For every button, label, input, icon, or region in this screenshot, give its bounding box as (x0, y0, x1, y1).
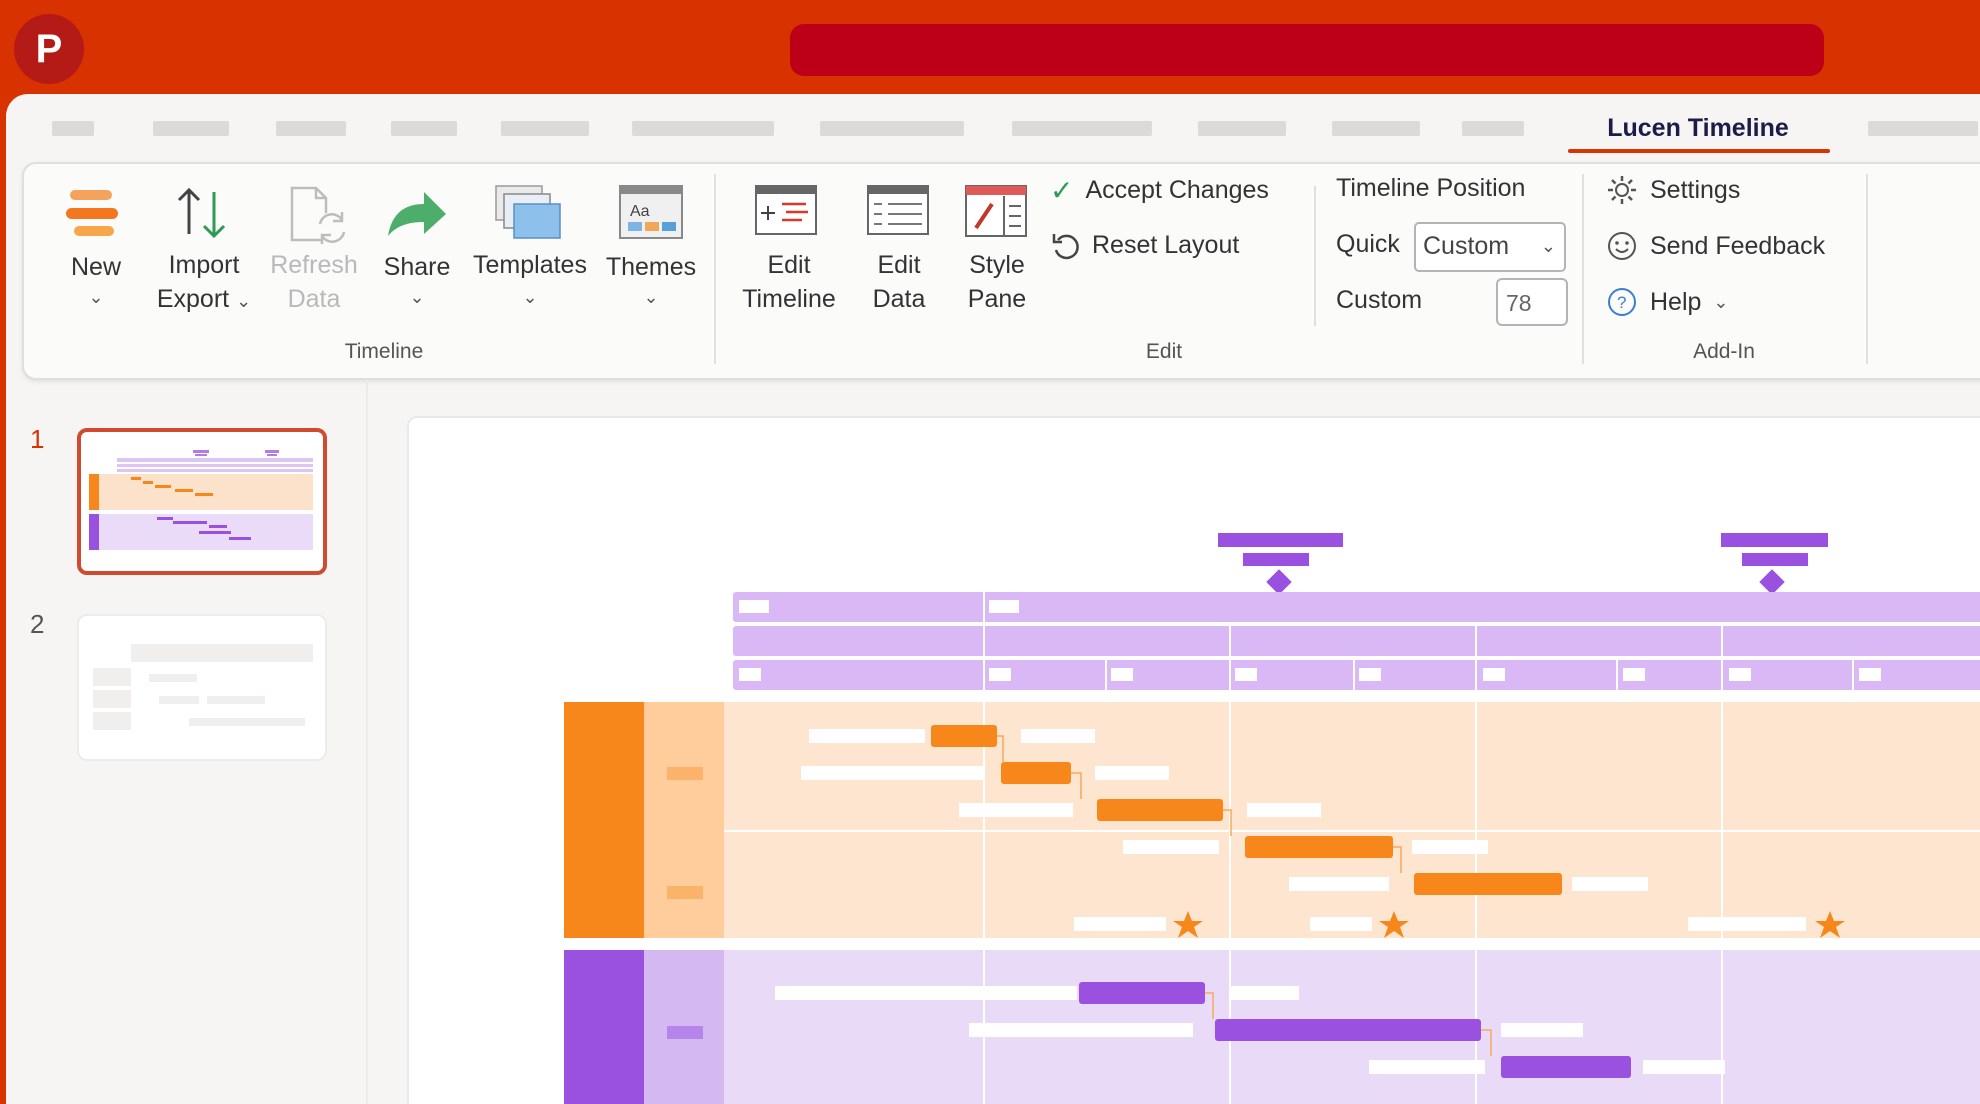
group-separator (1866, 174, 1868, 364)
edit-timeline-label-1: Edit (767, 251, 811, 279)
custom-label: Custom (1336, 286, 1423, 314)
edit-data-button[interactable]: Edit Data (854, 180, 944, 330)
edit-timeline-icon (755, 185, 817, 235)
tab-lucen-timeline[interactable]: Lucen Timeline (1568, 114, 1828, 143)
new-label: New (70, 253, 121, 281)
refresh-label-1: Refresh (270, 251, 358, 279)
share-button[interactable]: Share ⌄ (372, 180, 462, 330)
app-window: Lucen Timeline New ⌄ Import Export ⌄ Ref… (6, 94, 1980, 1104)
accept-changes-label: Accept Changes (1085, 176, 1269, 204)
chevron-down-icon: ⌄ (522, 287, 538, 307)
quick-select-value: Custom (1423, 232, 1510, 260)
tab-placeholder[interactable] (1012, 121, 1152, 136)
timeline-position-heading: Timeline Position (1336, 174, 1526, 202)
share-arrow-icon (388, 192, 446, 236)
gear-icon (1608, 176, 1636, 204)
edit-timeline-button[interactable]: Edit Timeline (734, 180, 844, 330)
timeline-group-label: Timeline (344, 340, 424, 363)
import-export-button[interactable]: Import Export ⌄ (149, 180, 259, 330)
tab-placeholder[interactable] (391, 121, 457, 136)
tab-placeholder[interactable] (52, 121, 94, 136)
group-separator (714, 174, 716, 364)
panel-divider (366, 380, 368, 1104)
refresh-document-icon (290, 186, 348, 244)
group-separator (1582, 174, 1584, 364)
themes-button[interactable]: Aa Themes ⌄ (596, 180, 706, 330)
chevron-down-icon: ⌄ (1713, 291, 1729, 312)
templates-button[interactable]: Templates ⌄ (464, 180, 596, 330)
checkmark-icon: ✓ (1050, 175, 1074, 206)
svg-text:?: ? (1617, 293, 1626, 312)
edit-group-label: Edit (1145, 340, 1183, 363)
new-button[interactable]: New ⌄ (54, 180, 138, 330)
chevron-down-icon: ⌄ (1540, 236, 1556, 256)
style-pane-label-1: Style (969, 251, 1025, 279)
slide-2-preview (93, 644, 313, 730)
help-circle-icon: ? (1608, 288, 1636, 316)
themes-icon: Aa (619, 185, 683, 239)
addin-group-label: Add-In (1693, 340, 1755, 363)
style-pane-icon (965, 185, 1027, 237)
lucen-new-icon (66, 190, 118, 236)
chevron-down-icon: ⌄ (643, 287, 659, 307)
templates-icon (495, 185, 561, 239)
custom-position-input[interactable]: 78 (1496, 278, 1568, 326)
title-bar: P (0, 0, 1980, 95)
send-feedback-button[interactable]: Send Feedback (1606, 230, 1825, 262)
import-label: Import (168, 251, 240, 279)
reset-layout-button[interactable]: Reset Layout (1050, 230, 1239, 260)
edit-timeline-label-2: Timeline (742, 285, 836, 313)
svg-text:Aa: Aa (630, 203, 650, 220)
slide-thumbnail-2[interactable] (77, 614, 327, 761)
style-pane-label-2: Pane (967, 285, 1027, 313)
active-tab-indicator (1568, 149, 1830, 153)
tab-placeholder[interactable] (820, 121, 964, 136)
tab-placeholder[interactable] (632, 121, 774, 136)
reset-layout-label: Reset Layout (1092, 230, 1240, 259)
edit-data-table-icon (867, 185, 929, 235)
themes-label: Themes (605, 253, 697, 281)
search-bar[interactable] (790, 24, 1824, 76)
slide-number-1: 1 (30, 424, 45, 454)
accept-changes-button[interactable]: ✓ Accept Changes (1050, 174, 1269, 207)
slide-1-preview (89, 450, 313, 550)
settings-label: Settings (1650, 175, 1741, 204)
gantt-timeline-graphic (564, 533, 1980, 1104)
tab-placeholder[interactable] (501, 121, 589, 136)
export-label: Export (156, 285, 230, 313)
tab-placeholder[interactable] (1198, 121, 1286, 136)
ribbon-tab-row: Lucen Timeline (6, 94, 1980, 160)
smiley-icon (1608, 232, 1636, 260)
slide-canvas[interactable] (407, 416, 1980, 1104)
slide-thumbnail-1[interactable] (77, 428, 327, 575)
share-label: Share (383, 253, 451, 281)
chevron-down-icon: ⌄ (409, 287, 425, 307)
style-pane-button[interactable]: Style Pane (952, 180, 1042, 330)
refresh-data-button[interactable]: Refresh Data (264, 180, 364, 330)
quick-position-select[interactable]: Custom ⌄ (1414, 222, 1566, 272)
ribbon: New ⌄ Import Export ⌄ Refresh Data Share… (22, 162, 1980, 380)
help-label: Help (1650, 287, 1702, 316)
settings-button[interactable]: Settings (1606, 174, 1740, 206)
slide-number-2: 2 (30, 609, 45, 639)
send-feedback-label: Send Feedback (1650, 231, 1826, 260)
tab-placeholder[interactable] (276, 121, 346, 136)
tab-placeholder[interactable] (1332, 121, 1420, 136)
chevron-down-icon: ⌄ (236, 291, 252, 311)
tab-placeholder[interactable] (1462, 121, 1524, 136)
chevron-down-icon: ⌄ (88, 287, 104, 307)
undo-icon (1052, 234, 1079, 260)
tab-placeholder[interactable] (153, 121, 229, 136)
edit-data-label-1: Edit (877, 251, 921, 279)
templates-label: Templates (473, 251, 587, 279)
edit-data-label-2: Data (872, 285, 926, 313)
quick-label: Quick (1336, 230, 1400, 258)
import-export-arrows-icon (177, 187, 226, 239)
app-logo: P (14, 14, 84, 84)
refresh-label-2: Data (287, 285, 341, 313)
group-separator (1314, 186, 1316, 326)
tab-placeholder[interactable] (1868, 121, 1978, 136)
help-button[interactable]: ? Help ⌄ (1606, 286, 1729, 318)
